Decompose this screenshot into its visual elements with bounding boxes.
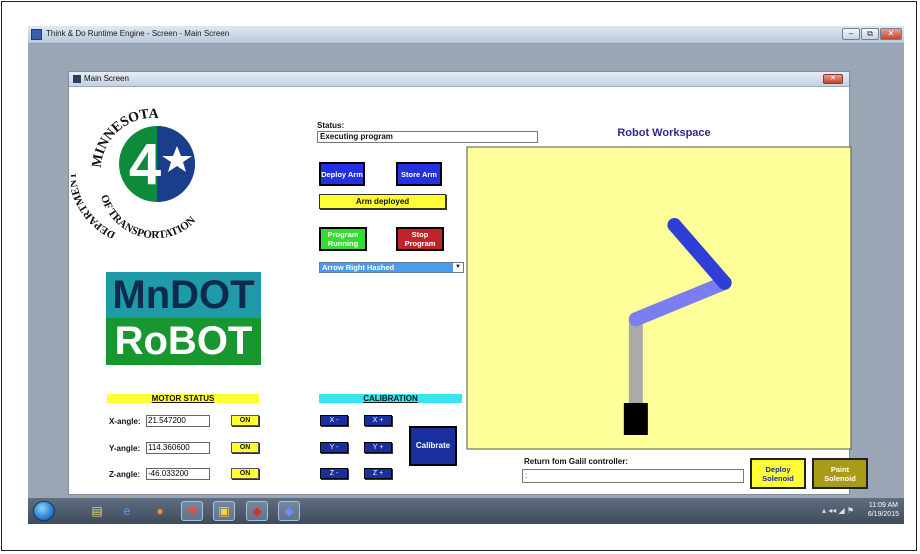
z-angle-field[interactable]: -46.033200 (146, 468, 210, 480)
firefox-icon[interactable]: ● (149, 501, 171, 521)
restore-button[interactable]: ⧉ (861, 28, 879, 40)
z-motor-on-button[interactable]: ON (231, 468, 259, 479)
store-arm-button[interactable]: Store Arm (396, 162, 442, 186)
y-minus-button[interactable]: Y - (320, 442, 348, 453)
robot-base (623, 403, 648, 435)
app-icon (31, 29, 42, 40)
mndot-robot-banner: MnDOT RoBOT (106, 272, 261, 365)
z-minus-button[interactable]: Z - (320, 468, 348, 479)
deploy-solenoid-button[interactable]: Deploy Solenoid (750, 458, 806, 489)
chevron-down-icon[interactable]: ▼ (453, 263, 463, 272)
workspace-background (466, 146, 852, 450)
mndot-seal-logo: MINNESOTA DEPARTMENT OF TRANSPORTATION 4 (71, 107, 198, 238)
app-icon-2[interactable]: ▣ (213, 501, 235, 521)
status-label: Status: (317, 121, 345, 130)
brand-robot: RoBOT (106, 318, 261, 365)
pattern-select[interactable]: Arrow Right Hashed ▼ (319, 262, 464, 273)
x-plus-button[interactable]: X + (364, 415, 392, 426)
start-button[interactable] (33, 501, 55, 521)
status-field: Executing program (317, 131, 538, 143)
main-close-button[interactable]: ✕ (823, 74, 843, 84)
galil-return-field: : (522, 469, 744, 483)
clock-time: 11:09 AM (868, 502, 898, 509)
deploy-arm-button[interactable]: Deploy Arm (319, 162, 365, 186)
calibration-header: CALIBRATION (319, 394, 462, 403)
clock-date: 6/19/2015 (867, 511, 899, 518)
motor-status-header: MOTOR STATUS (107, 394, 259, 403)
calibrate-button[interactable]: Calibrate (409, 426, 457, 466)
app-title: Think & Do Runtime Engine - Screen - Mai… (46, 29, 230, 38)
paint-solenoid-button[interactable]: Paint Solenoid (812, 458, 868, 489)
z-plus-button[interactable]: Z + (364, 468, 392, 479)
pattern-select-value: Arrow Right Hashed (322, 263, 395, 272)
main-content: MINNESOTA DEPARTMENT OF TRANSPORTATION 4… (69, 86, 868, 494)
app-icon-3[interactable]: ◆ (246, 501, 268, 521)
explorer-icon[interactable]: ▤ (86, 501, 108, 521)
window-icon (73, 75, 81, 83)
main-screen-title-bar: Main Screen ✕ (69, 72, 849, 87)
seal-number: 4 (129, 132, 161, 197)
x-motor-on-button[interactable]: ON (231, 415, 259, 426)
galil-return-label: Return fom Galil controller: (524, 457, 629, 466)
y-angle-field[interactable]: 114.360600 (146, 442, 210, 454)
y-plus-button[interactable]: Y + (364, 442, 392, 453)
clock[interactable]: 11:09 AM 6/19/2015 (868, 501, 899, 519)
ie-icon[interactable]: e (116, 501, 138, 521)
arm-status-indicator: Arm deployed (319, 194, 446, 209)
y-motor-on-button[interactable]: ON (231, 442, 259, 453)
robot-workspace-title: Robot Workspace (617, 127, 711, 139)
robot-workspace-canvas (466, 146, 852, 450)
app-title-bar: Think & Do Runtime Engine - Screen - Mai… (28, 26, 904, 44)
main-screen-window: Main Screen ✕ MINNESOTA DEPARTMENT OF TR… (68, 71, 868, 495)
close-button[interactable]: ✕ (880, 28, 902, 40)
program-running-button[interactable]: Program Running (319, 227, 367, 251)
x-minus-button[interactable]: X - (320, 415, 348, 426)
y-angle-label: Y-angle: (109, 444, 141, 453)
main-screen-title: Main Screen (84, 74, 129, 83)
brand-mndot: MnDOT (106, 272, 261, 318)
x-angle-label: X-angle: (109, 417, 141, 426)
x-angle-field[interactable]: 21.547200 (146, 415, 210, 427)
stop-program-button[interactable]: Stop Program (396, 227, 444, 251)
app-icon-4[interactable]: ◆ (278, 501, 300, 521)
app-icon-1[interactable]: ✚ (181, 501, 203, 521)
desktop: Think & Do Runtime Engine - Screen - Mai… (28, 26, 904, 524)
z-angle-label: Z-angle: (109, 470, 141, 479)
system-tray[interactable]: ▴ ◂◂ ◢ ⚑ (822, 506, 854, 515)
taskbar: ▤ e ● ✚ ▣ ◆ ◆ ▴ ◂◂ ◢ ⚑ 11:09 AM 6/19/2015 (28, 498, 904, 524)
minimize-button[interactable]: – (842, 28, 860, 40)
